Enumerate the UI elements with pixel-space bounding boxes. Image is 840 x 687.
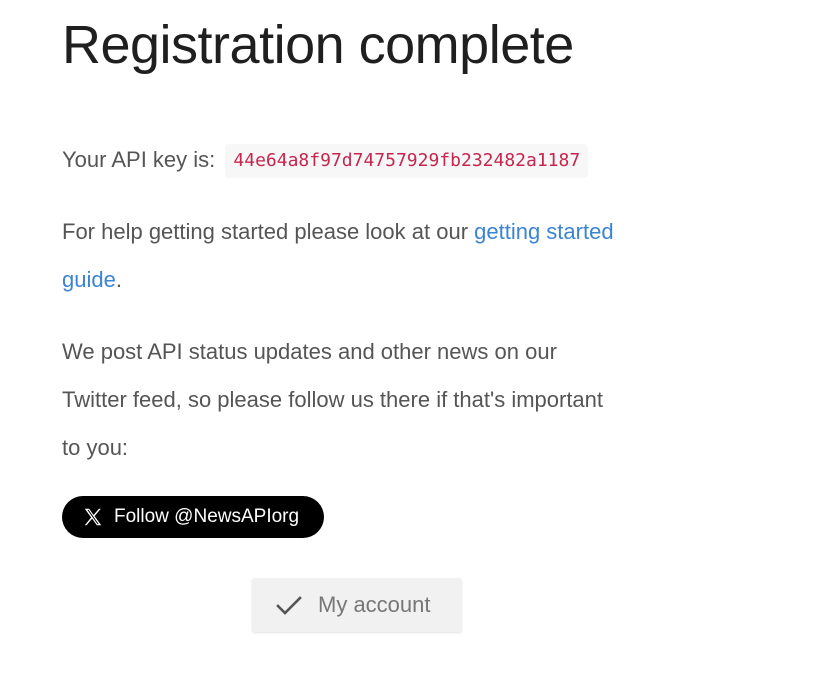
page-title: Registration complete [62,15,574,75]
my-account-button[interactable]: My account [252,578,462,632]
api-key-value: 44e64a8f97d74757929fb232482a1187 [225,144,589,179]
api-key-label: Your API key is: [62,147,216,172]
api-key-line: Your API key is: 44e64a8f97d74757929fb23… [62,136,589,184]
help-text-before: For help getting started please look at … [62,219,475,244]
twitter-follow-button[interactable]: Follow @NewsAPIorg [62,496,324,538]
my-account-label: My account [318,592,431,617]
twitter-follow-label: Follow @NewsAPIorg [114,506,300,527]
checkmark-icon [274,590,304,620]
x-logo-icon [82,506,104,528]
help-text: For help getting started please look at … [62,208,622,304]
twitter-info-text: We post API status updates and other new… [62,339,604,460]
help-text-after: . [115,267,122,292]
